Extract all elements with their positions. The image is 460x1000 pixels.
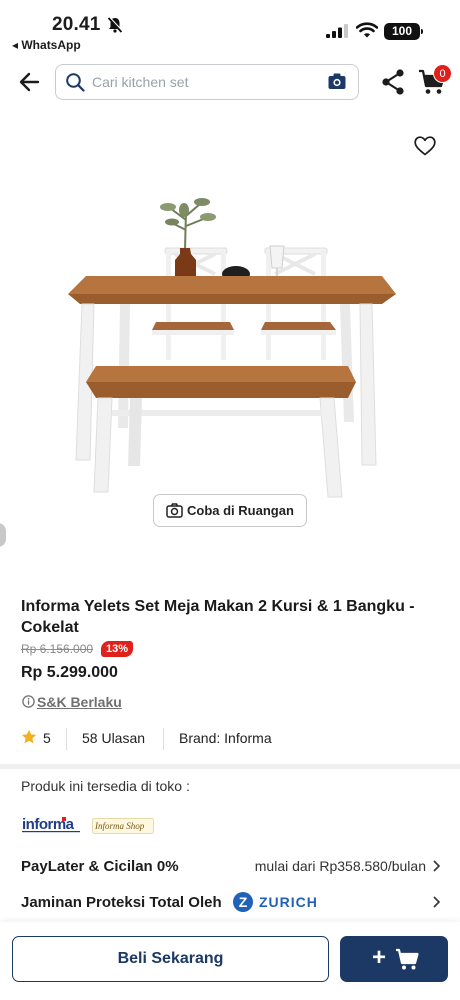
- side-handle[interactable]: [0, 523, 6, 547]
- divider: [66, 728, 67, 750]
- brand-label[interactable]: Brand: Informa: [179, 730, 272, 746]
- search-icon: [66, 73, 85, 92]
- chevron-right-icon: [433, 860, 441, 872]
- wifi-icon: [356, 22, 378, 38]
- paylater-row[interactable]: PayLater & Cicilan 0% mulai dari Rp358.5…: [21, 856, 441, 878]
- terms-label: S&K Berlaku: [37, 694, 122, 710]
- try-in-room-button[interactable]: Coba di Ruangan: [153, 494, 307, 527]
- camera-icon: [166, 503, 183, 518]
- signal-icon: [326, 24, 348, 38]
- product-image[interactable]: [60, 190, 406, 500]
- bell-muted-icon: [107, 16, 123, 33]
- original-price: Rp 6.156.000: [21, 642, 94, 656]
- top-header: 0: [0, 62, 460, 102]
- svg-text:Informa Shop: Informa Shop: [94, 821, 145, 831]
- informa-logo[interactable]: informa: [22, 815, 82, 837]
- status-time: 20.41: [52, 14, 101, 35]
- try-in-room-label: Coba di Ruangan: [187, 503, 294, 518]
- informa-shop-logo[interactable]: Informa Shop: [92, 818, 154, 834]
- section-divider: [0, 764, 460, 769]
- battery-icon: 100: [384, 23, 423, 40]
- search-input[interactable]: [92, 70, 322, 94]
- discount-badge: 13%: [101, 641, 134, 657]
- reviews-link[interactable]: 58 Ulasan: [82, 730, 145, 746]
- protection-label: Jaminan Proteksi Total Oleh: [21, 894, 222, 911]
- paylater-value: mulai dari Rp358.580/bulan: [254, 858, 426, 874]
- plus-icon: +: [372, 944, 387, 971]
- protection-row[interactable]: Jaminan Proteksi Total Oleh Z ZURICH: [21, 892, 441, 914]
- availability-label: Produk ini tersedia di toko :: [21, 778, 190, 794]
- add-to-cart-button[interactable]: +: [340, 936, 448, 982]
- back-arrow-icon[interactable]: [16, 68, 44, 96]
- terms-link[interactable]: S&K Berlaku: [22, 694, 122, 710]
- status-bar: 20.41 ◂ WhatsApp 100: [0, 0, 460, 56]
- rating-value: 5: [43, 730, 51, 746]
- bottom-action-bar: Beli Sekarang +: [0, 922, 460, 1000]
- camera-search-icon[interactable]: [328, 73, 346, 90]
- product-stats: 5 58 Ulasan Brand: Informa: [21, 728, 441, 750]
- heart-icon[interactable]: [414, 136, 436, 156]
- buy-now-button[interactable]: Beli Sekarang: [12, 936, 329, 982]
- star-icon: [21, 729, 37, 744]
- chevron-right-icon: [433, 896, 441, 908]
- info-icon: [22, 695, 35, 708]
- share-icon[interactable]: [380, 68, 406, 96]
- paylater-label: PayLater & Cicilan 0%: [21, 858, 179, 875]
- zurich-logo-text: ZURICH: [259, 894, 318, 910]
- cart-icon: [396, 948, 419, 970]
- divider: [163, 728, 164, 750]
- svg-text:informa: informa: [22, 816, 75, 833]
- search-bar[interactable]: [55, 64, 359, 100]
- zurich-logo-icon: Z: [233, 892, 253, 912]
- current-price: Rp 5.299.000: [21, 664, 118, 681]
- cart-count-badge: 0: [433, 64, 452, 83]
- product-title: Informa Yelets Set Meja Makan 2 Kursi & …: [21, 598, 415, 636]
- back-to-app-link[interactable]: ◂ WhatsApp: [12, 38, 81, 52]
